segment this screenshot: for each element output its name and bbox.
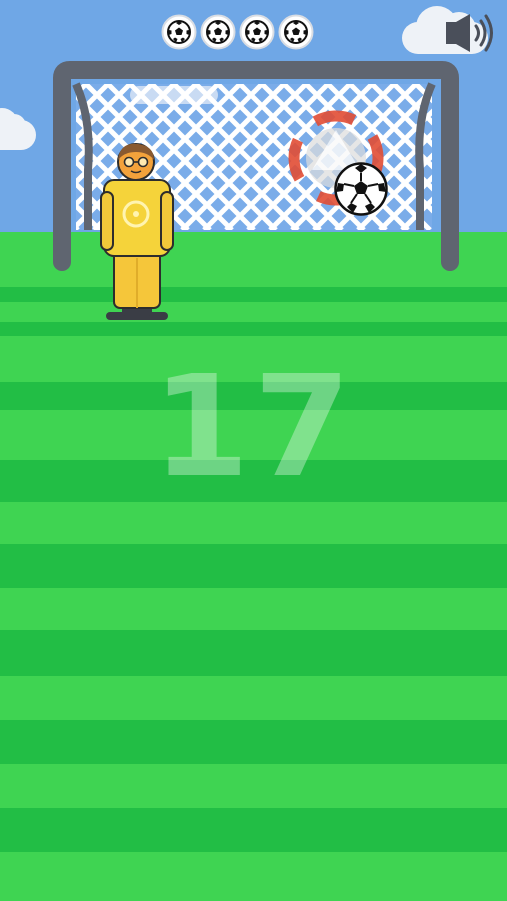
grass-stripe [0, 808, 507, 852]
pitch [0, 232, 507, 901]
speaker-icon[interactable] [444, 12, 494, 54]
grass-stripe [0, 852, 507, 901]
lives-indicator [161, 14, 314, 50]
grass-stripe [0, 764, 507, 808]
grass-stripe [0, 630, 507, 676]
game-stage[interactable]: 17 [0, 0, 507, 901]
goalkeeper [100, 143, 174, 320]
soccer-ball-icon [161, 14, 197, 50]
grass-stripe [0, 588, 507, 630]
grass-stripe [0, 544, 507, 588]
score-counter: 17 [152, 346, 355, 509]
soccer-ball[interactable] [333, 161, 389, 217]
grass-stripe [0, 676, 507, 720]
soccer-ball-icon [278, 14, 314, 50]
grass-stripe [0, 720, 507, 764]
soccer-ball-icon [239, 14, 275, 50]
soccer-ball-icon [200, 14, 236, 50]
